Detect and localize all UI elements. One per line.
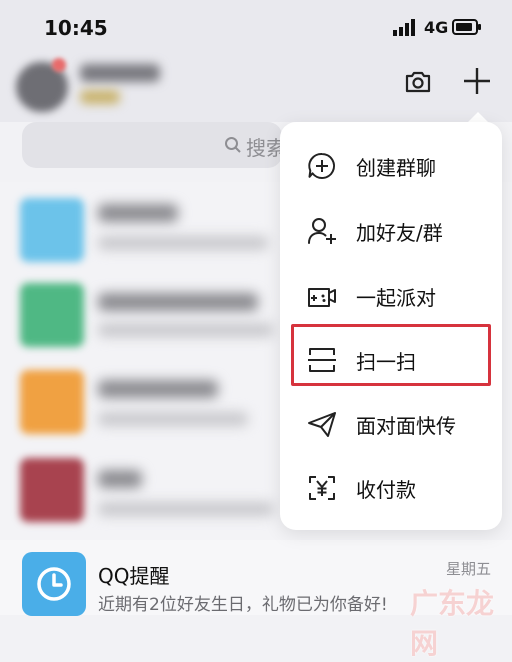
conversation-title: QQ提醒 (98, 564, 170, 588)
payment-scan-icon (309, 476, 335, 500)
notification-dot (52, 58, 66, 72)
list-item-subtitle-blurred (98, 236, 268, 250)
menu-item-party[interactable]: 一起派对 (280, 264, 502, 328)
search-bar[interactable] (22, 122, 282, 168)
list-item-subtitle-blurred (98, 502, 273, 516)
photo-avatar-blurred (20, 458, 84, 522)
nickname-blurred (80, 64, 160, 82)
menu-item-label: 一起派对 (356, 286, 436, 310)
weather-app-icon-blurred (20, 198, 84, 262)
party-icon (308, 288, 336, 307)
status-time: 10:45 (44, 16, 108, 40)
list-item-subtitle-blurred (98, 412, 248, 426)
green-app-icon-blurred (20, 283, 84, 347)
conversation-time: 星期五 (446, 560, 492, 578)
signal-icon (393, 19, 415, 36)
online-status-blurred (80, 90, 120, 104)
list-item-title-blurred (98, 293, 258, 311)
list-item-title-blurred (98, 470, 142, 488)
menu-item-label: 收付款 (356, 478, 416, 502)
menu-item-create-group-chat[interactable]: 创建群聊 (280, 134, 502, 198)
add-friend-icon (308, 218, 336, 244)
menu-item-add-friend[interactable]: 加好友/群 (280, 199, 502, 263)
orange-app-icon-blurred (20, 370, 84, 434)
create-group-chat-icon (308, 153, 335, 179)
menu-item-label: 加好友/群 (356, 221, 443, 245)
paper-plane-icon (308, 412, 336, 437)
network-type: 4G (424, 18, 449, 37)
search-icon (225, 137, 241, 153)
app-header (0, 56, 512, 122)
list-item-subtitle-blurred (98, 323, 273, 337)
list-item-title-blurred (98, 204, 178, 222)
menu-item-label: 面对面快传 (356, 414, 456, 438)
menu-item-label: 创建群聊 (356, 156, 436, 180)
plus-icon[interactable] (460, 64, 494, 98)
list-item-title-blurred (98, 380, 218, 398)
camera-icon[interactable] (402, 66, 434, 98)
menu-item-face-to-face-transfer[interactable]: 面对面快传 (280, 392, 502, 456)
scan-highlight-box (291, 324, 491, 386)
clock-icon (37, 567, 71, 601)
battery-icon (452, 19, 481, 35)
watermark: 广东龙网 (410, 587, 495, 660)
conversation-message: 近期有2位好友生日，礼物已为你备好! (98, 595, 388, 615)
menu-item-payment[interactable]: 收付款 (280, 456, 502, 520)
